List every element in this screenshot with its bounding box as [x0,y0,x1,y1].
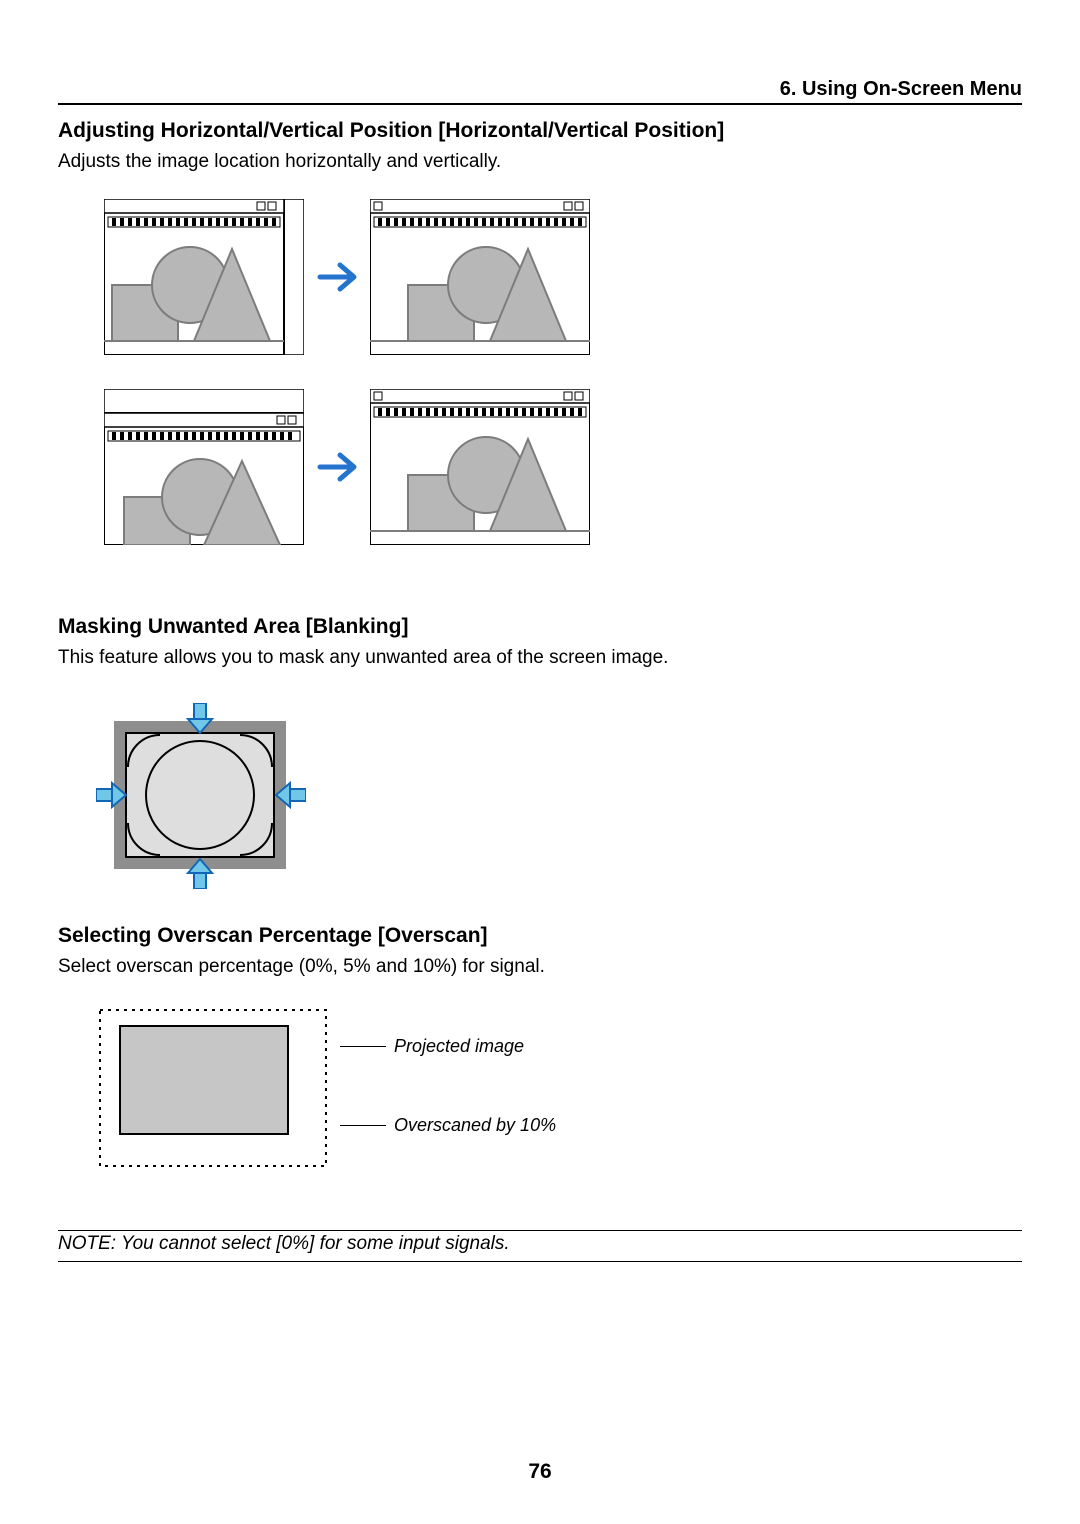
label-projected-image: Projected image [394,1036,524,1057]
label-overscanned: Overscaned by 10% [394,1115,556,1136]
arrow-right-icon [314,254,360,300]
note-text: NOTE: You cannot select [0%] for some in… [58,1231,1022,1257]
section-body-overscan: Select overscan percentage (0%, 5% and 1… [58,956,1022,978]
note-block: NOTE: You cannot select [0%] for some in… [58,1230,1022,1262]
section-heading-overscan: Selecting Overscan Percentage [Overscan] [58,924,1022,948]
figure-position-adjust [104,199,1022,545]
section-body-position: Adjusts the image location horizontally … [58,151,1022,173]
page-number: 76 [0,1460,1080,1484]
figure-blanking [96,703,1022,894]
chapter-header: 6. Using On-Screen Menu [58,78,1022,105]
section-heading-blanking: Masking Unwanted Area [Blanking] [58,615,1022,639]
figure-overscan: Projected image Overscaned by 10% [98,1008,1022,1170]
arrow-right-icon [314,444,360,490]
section-body-blanking: This feature allows you to mask any unwa… [58,647,1022,669]
section-heading-position: Adjusting Horizontal/Vertical Position [… [58,119,1022,143]
